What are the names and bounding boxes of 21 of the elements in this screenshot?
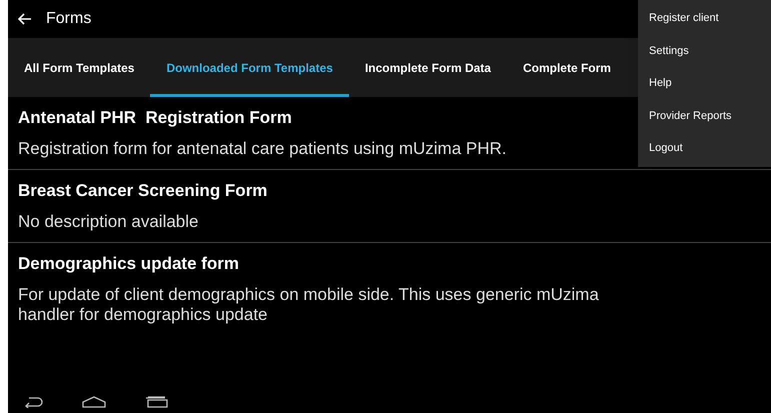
- tab[interactable]: Complete Form: [506, 38, 627, 97]
- form-list-item[interactable]: Demographics update form For update of client demographics on mobile side. This uses generic mUzima handler for demographics update: [8, 242, 771, 335]
- tab[interactable]: All Form Templates: [8, 38, 150, 97]
- form-description: No description available: [18, 212, 198, 232]
- form-description: Registration form for antenatal care patients using mUzima PHR.: [18, 139, 506, 159]
- menu-item[interactable]: Provider Reports: [638, 100, 771, 132]
- form-description: For update of client demographics on mobile side. This uses generic mUzima handler for demographics update: [18, 285, 600, 325]
- form-name: Demographics update form: [18, 253, 240, 275]
- home-icon[interactable]: [82, 396, 106, 408]
- menu-item[interactable]: Help: [638, 67, 771, 100]
- form-list-item[interactable]: Breast Cancer Screening Form No description available: [8, 169, 771, 242]
- form-name: Breast Cancer Screening Form: [18, 180, 268, 202]
- back-icon[interactable]: [24, 396, 44, 408]
- recent-apps-icon[interactable]: [144, 396, 168, 408]
- tab[interactable]: Downloaded Form Templates: [150, 38, 349, 97]
- menu-item[interactable]: Logout: [638, 132, 771, 164]
- menu-item[interactable]: Register client: [638, 2, 771, 34]
- screen-title: Forms: [46, 9, 92, 29]
- form-name: Antenatal PHR Registration Form: [18, 107, 292, 129]
- menu-item[interactable]: Settings: [638, 34, 771, 67]
- tab[interactable]: Incomplete Form Data: [348, 38, 507, 97]
